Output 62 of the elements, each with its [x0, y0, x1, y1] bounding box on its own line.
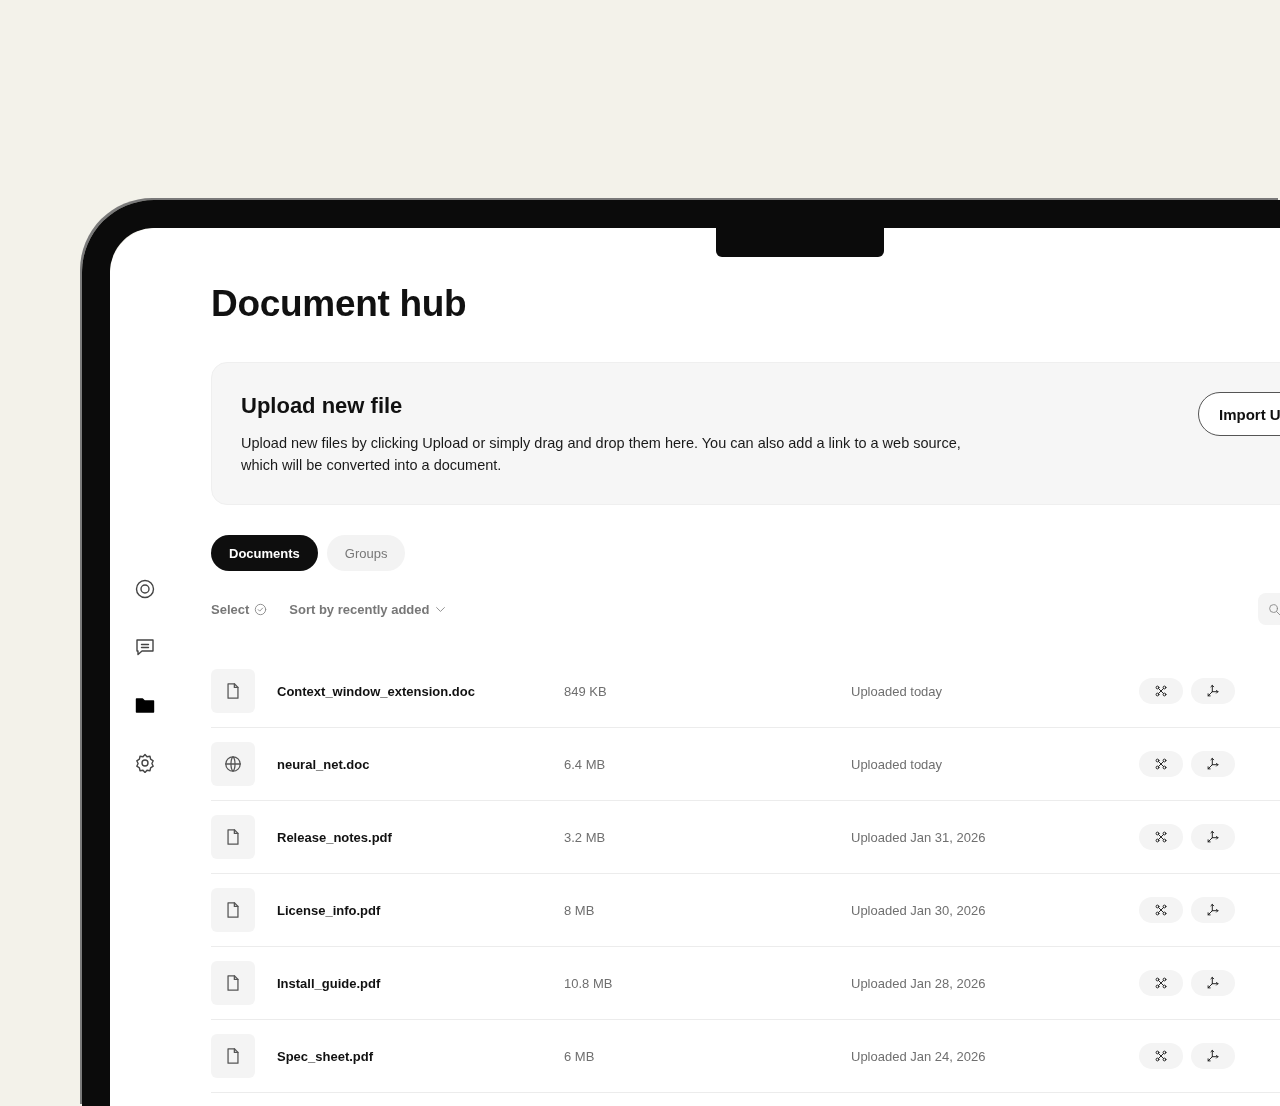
- chat-icon[interactable]: [135, 637, 155, 657]
- upload-date: Uploaded Jan 30, 2026: [851, 902, 986, 918]
- check-circle-icon: [254, 602, 268, 616]
- move-button[interactable]: [1191, 1043, 1235, 1069]
- folder-icon[interactable]: [135, 695, 155, 715]
- file-size: 3.2 MB: [564, 829, 606, 845]
- nodes-icon: [1154, 830, 1168, 844]
- nodes-icon: [1154, 684, 1168, 698]
- page-title: Document hub: [211, 282, 468, 326]
- document-icon: [224, 682, 242, 700]
- tab[interactable]: Documents: [211, 535, 318, 571]
- document-icon: [224, 1047, 242, 1065]
- file-size: 8 MB: [564, 902, 595, 918]
- settings-icon[interactable]: [135, 753, 155, 773]
- file-name: Spec_sheet.pdf: [277, 1048, 374, 1064]
- card-title: Upload new file: [241, 392, 404, 420]
- file-name: neural_net.doc: [277, 756, 370, 772]
- move-button[interactable]: [1191, 897, 1235, 923]
- file-size: 10.8 MB: [564, 975, 613, 991]
- document-icon: [224, 974, 242, 992]
- file-name: Context_window_extension.doc: [277, 683, 475, 699]
- axes-icon: [1206, 976, 1220, 990]
- connect-button[interactable]: [1139, 678, 1183, 704]
- file-name: License_info.pdf: [277, 902, 381, 918]
- document-icon: [224, 901, 242, 919]
- file-name: Release_notes.pdf: [277, 829, 392, 845]
- move-button[interactable]: [1191, 970, 1235, 996]
- connect-button[interactable]: [1139, 751, 1183, 777]
- axes-icon: [1206, 830, 1220, 844]
- axes-icon: [1206, 903, 1220, 917]
- sort-dropdown[interactable]: Sort by recently added: [289, 601, 448, 617]
- axes-icon: [1206, 1049, 1220, 1063]
- axes-icon: [1206, 684, 1220, 698]
- nodes-icon: [1154, 903, 1168, 917]
- document-icon: [224, 828, 242, 846]
- move-button[interactable]: [1191, 751, 1235, 777]
- connect-button[interactable]: [1139, 824, 1183, 850]
- move-button[interactable]: [1191, 678, 1235, 704]
- move-button[interactable]: [1191, 824, 1235, 850]
- upload-date: Uploaded today: [851, 756, 943, 772]
- connect-button[interactable]: [1139, 897, 1183, 923]
- file-name: Install_guide.pdf: [277, 975, 381, 991]
- import-button[interactable]: Import U: [1198, 392, 1280, 436]
- file-size: 6.4 MB: [564, 756, 606, 772]
- connect-button[interactable]: [1139, 1043, 1183, 1069]
- target-icon[interactable]: [135, 579, 155, 599]
- file-size: 6 MB: [564, 1048, 595, 1064]
- upload-date: Uploaded Jan 24, 2026: [851, 1048, 986, 1064]
- tab[interactable]: Groups: [326, 535, 406, 571]
- file-size: 849 KB: [564, 683, 607, 699]
- upload-date: Uploaded Jan 28, 2026: [851, 975, 986, 991]
- connect-button[interactable]: [1139, 970, 1183, 996]
- nodes-icon: [1154, 757, 1168, 771]
- nodes-icon: [1154, 976, 1168, 990]
- upload-date: Uploaded Jan 31, 2026: [851, 829, 986, 845]
- upload-date: Uploaded today: [851, 683, 943, 699]
- card-description: Upload new files by clicking Upload or simply drag and drop them here. You can also add a link to a web source, which will be converted into a document.: [241, 434, 962, 475]
- nodes-icon: [1154, 1049, 1168, 1063]
- globe-icon: [224, 755, 242, 773]
- select-button[interactable]: Select: [211, 601, 268, 617]
- axes-icon: [1206, 757, 1220, 771]
- search-icon: [1268, 602, 1280, 616]
